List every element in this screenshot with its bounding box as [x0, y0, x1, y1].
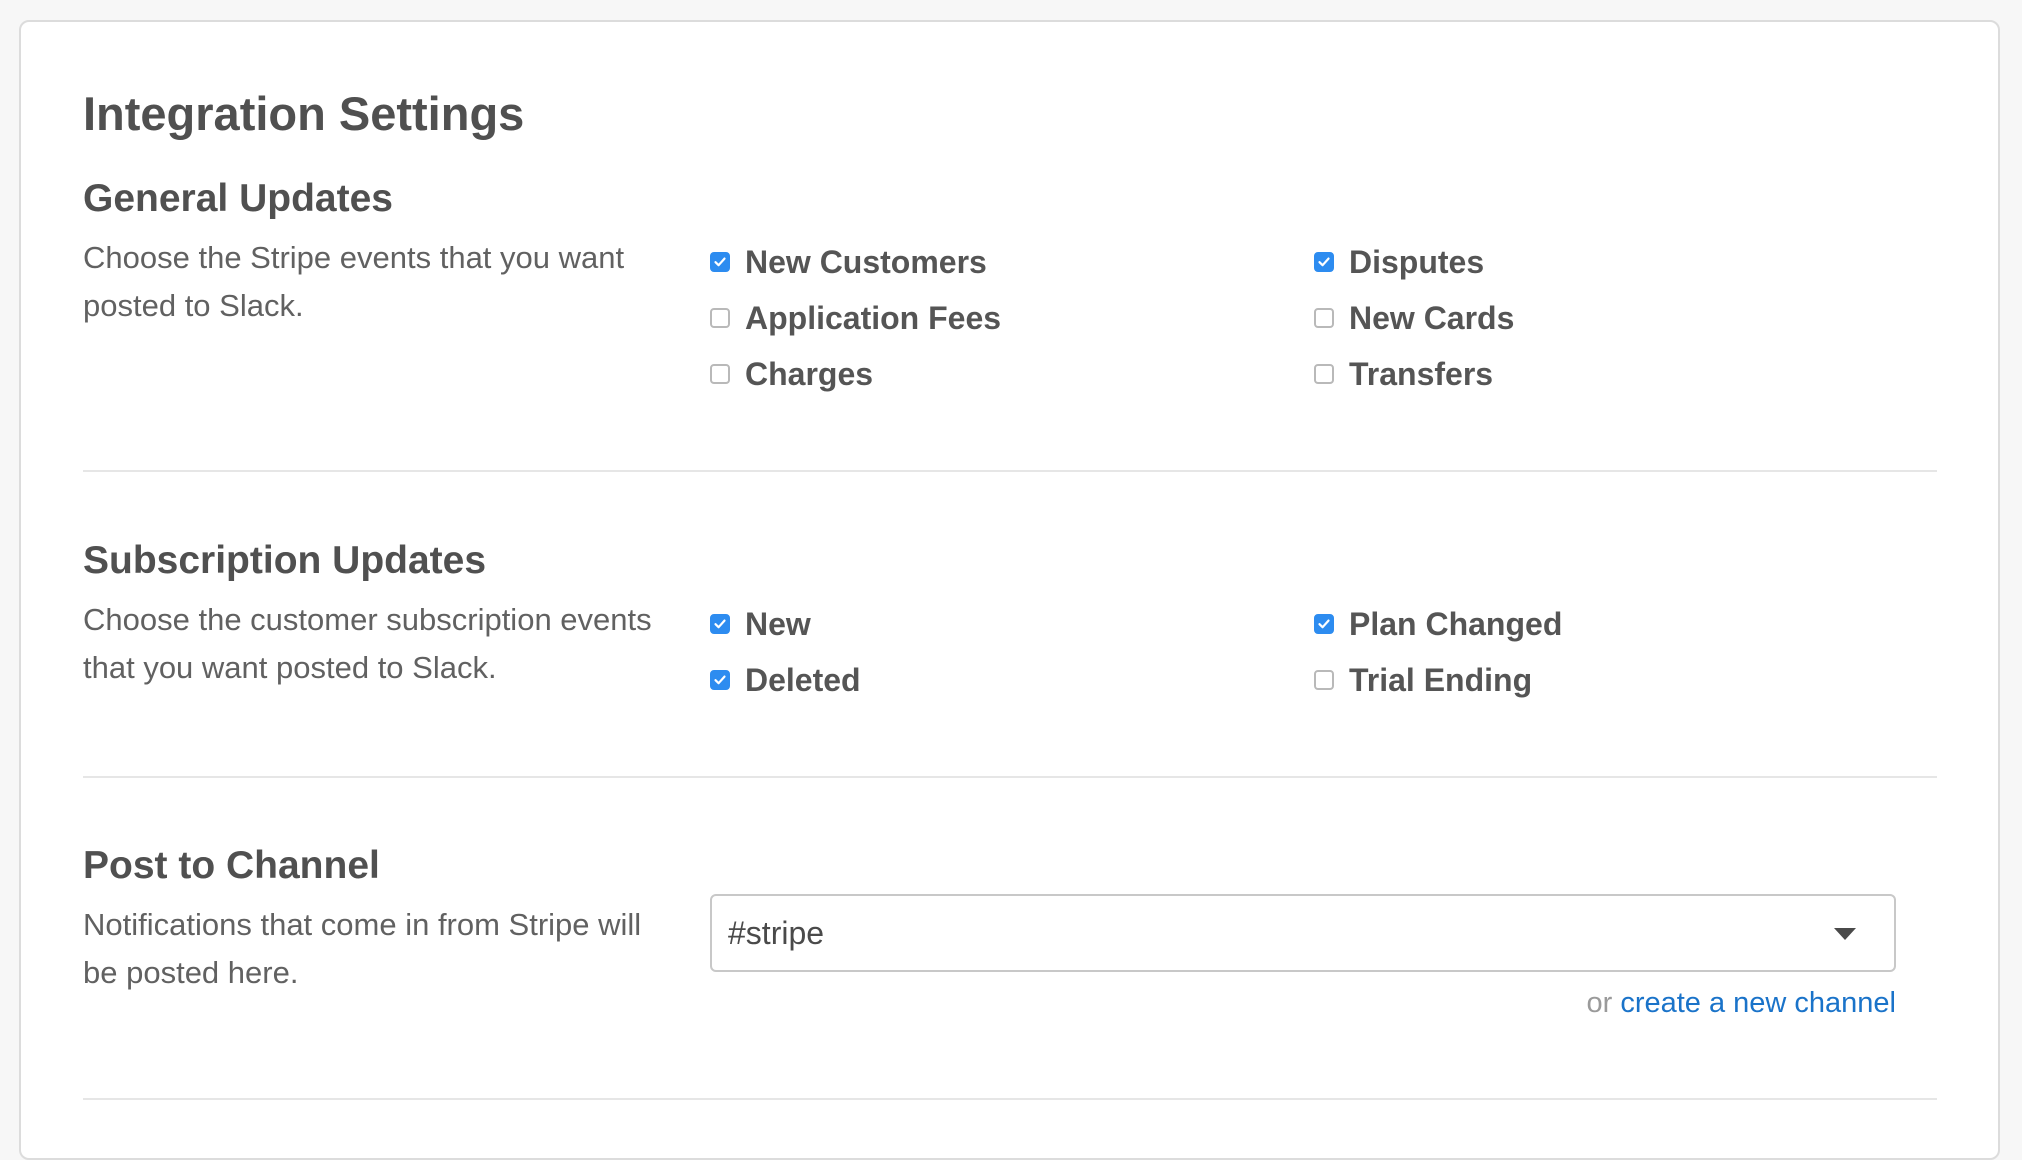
checkbox-option-new-customers[interactable]: New Customers — [710, 242, 987, 282]
checkbox-option-new-cards[interactable]: New Cards — [1314, 298, 1514, 338]
option-label: Plan Changed — [1349, 605, 1563, 642]
checkbox-unchecked-icon[interactable] — [710, 308, 730, 328]
checkbox-checked-icon[interactable] — [710, 670, 730, 690]
checkbox-option-application-fees[interactable]: Application Fees — [710, 298, 1001, 338]
page-title: Integration Settings — [83, 87, 525, 140]
option-label: Trial Ending — [1349, 661, 1533, 698]
post-to-channel-section: Post to Channel Notifications that come … — [83, 843, 1937, 1083]
general-updates-heading: General Updates — [83, 177, 393, 220]
checkbox-option-transfers[interactable]: Transfers — [1314, 354, 1493, 394]
create-new-channel-link[interactable]: create a new channel — [1620, 987, 1896, 1019]
checkbox-option-plan-changed[interactable]: Plan Changed — [1314, 604, 1562, 644]
option-label: New Customers — [745, 243, 987, 280]
checkbox-option-charges[interactable]: Charges — [710, 354, 873, 394]
subscription-updates-section: Subscription Updates Choose the customer… — [83, 538, 1937, 738]
checkbox-unchecked-icon[interactable] — [1314, 308, 1334, 328]
section-divider — [83, 470, 1937, 472]
checkbox-checked-icon[interactable] — [710, 252, 730, 272]
general-updates-description: Choose the Stripe events that you want p… — [83, 240, 625, 323]
checkbox-checked-icon[interactable] — [1314, 252, 1334, 272]
general-updates-section: General Updates Choose the Stripe events… — [83, 176, 1937, 436]
channel-select[interactable]: #stripe — [710, 894, 1896, 972]
post-to-channel-description: Notifications that come in from Stripe w… — [83, 907, 642, 990]
channel-select-value: #stripe — [728, 915, 825, 951]
subscription-updates-description: Choose the customer subscription events … — [83, 602, 652, 685]
checkbox-checked-icon[interactable] — [710, 614, 730, 634]
create-channel-hint: or create a new channel — [1586, 987, 1896, 1020]
checkbox-unchecked-icon[interactable] — [1314, 364, 1334, 384]
section-divider — [83, 776, 1937, 778]
option-label: Transfers — [1349, 355, 1494, 392]
checkbox-option-deleted[interactable]: Deleted — [710, 660, 861, 700]
checkbox-option-new[interactable]: New — [710, 604, 811, 644]
option-label: New — [745, 605, 811, 642]
or-text: or — [1586, 987, 1613, 1019]
checkbox-unchecked-icon[interactable] — [1314, 670, 1334, 690]
checkbox-option-trial-ending[interactable]: Trial Ending — [1314, 660, 1532, 700]
section-divider — [83, 1098, 1937, 1100]
option-label: New Cards — [1349, 299, 1515, 336]
checkbox-unchecked-icon[interactable] — [710, 364, 730, 384]
option-label: Charges — [745, 355, 874, 392]
option-label: Application Fees — [745, 299, 1002, 336]
option-label: Disputes — [1349, 243, 1485, 280]
subscription-updates-heading: Subscription Updates — [83, 539, 487, 582]
checkbox-option-disputes[interactable]: Disputes — [1314, 242, 1484, 282]
post-to-channel-heading: Post to Channel — [83, 844, 380, 887]
caret-down-icon — [1834, 928, 1856, 940]
checkbox-checked-icon[interactable] — [1314, 614, 1334, 634]
option-label: Deleted — [745, 661, 861, 698]
